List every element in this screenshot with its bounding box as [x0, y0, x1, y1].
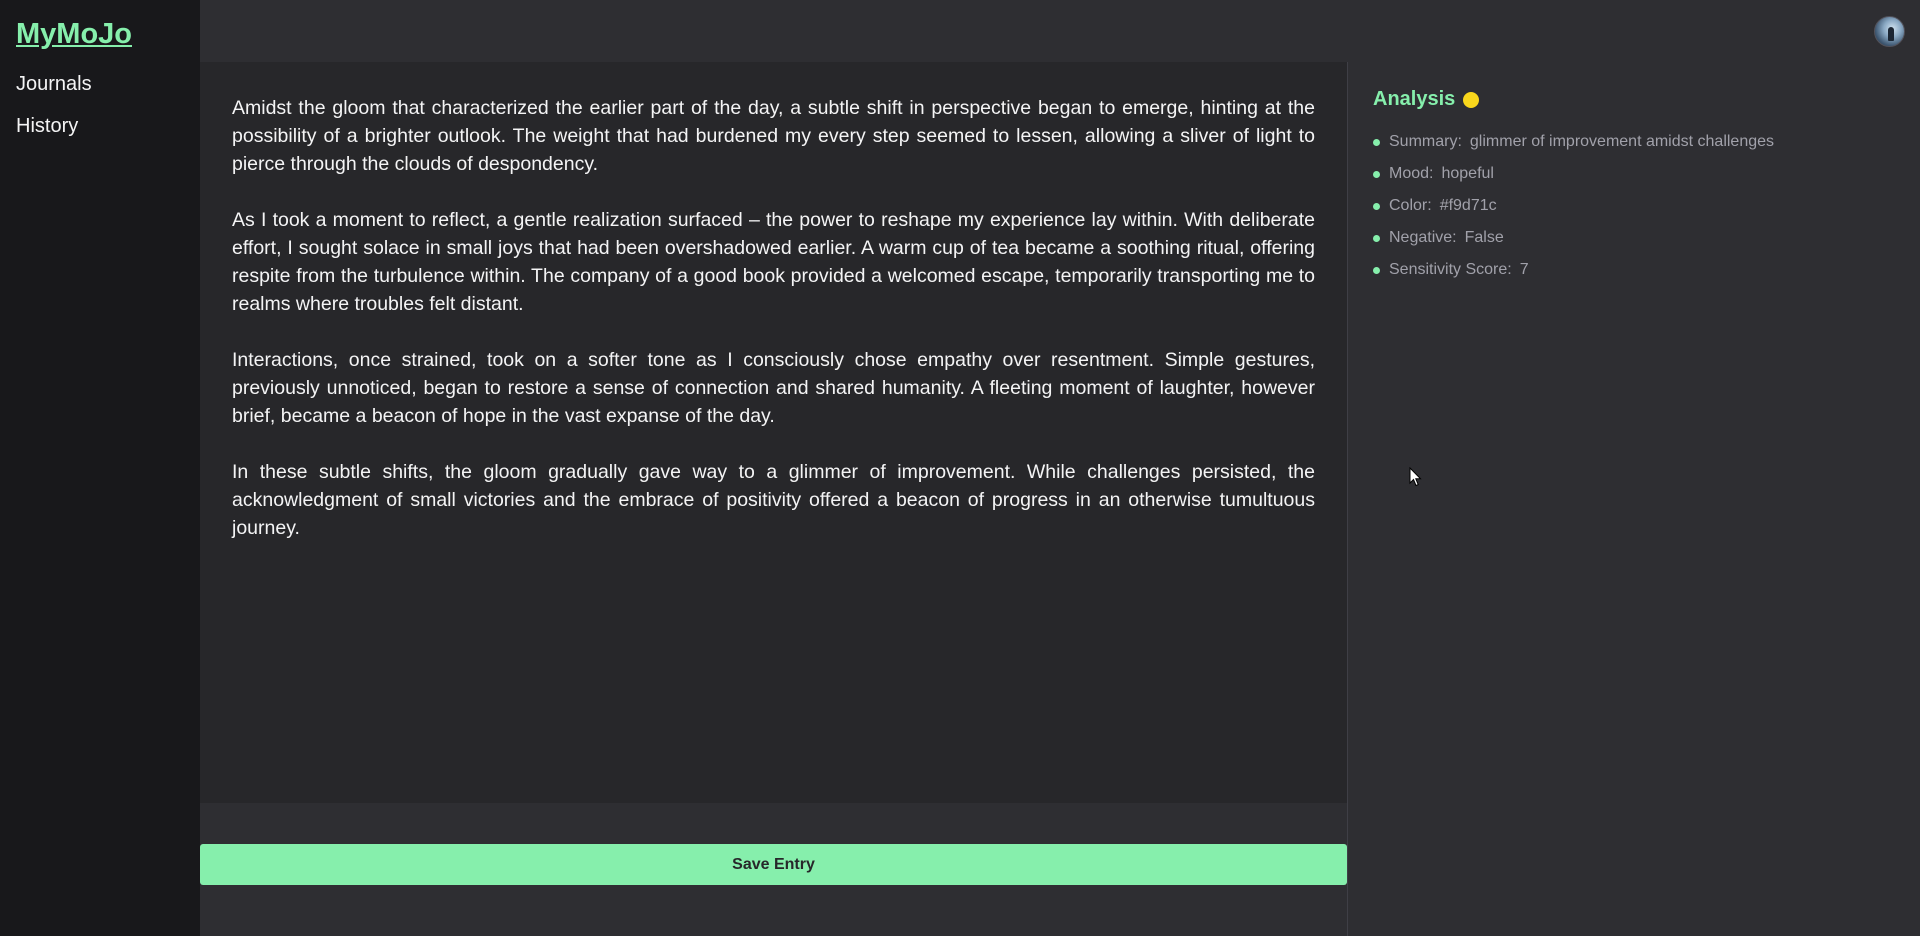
mood-color-dot-icon [1463, 91, 1480, 108]
analysis-item-color: Color: #f9d71c [1373, 197, 1895, 215]
mouse-cursor-icon [1409, 467, 1422, 487]
analysis-item-negative: Negative: False [1373, 229, 1895, 247]
bullet-icon [1373, 202, 1380, 210]
bullet-icon [1373, 266, 1380, 274]
analysis-title: Analysis [1373, 88, 1456, 110]
analysis-key: Sensitivity Score: [1389, 261, 1512, 278]
analysis-key: Negative: [1389, 229, 1457, 246]
analysis-item-sensitivity-score: Sensitivity Score: 7 [1373, 261, 1895, 279]
sidebar-nav: Journals History [16, 73, 184, 138]
sidebar-item-history[interactable]: History [16, 115, 184, 138]
journal-paragraph-2[interactable]: As I took a moment to reflect, a gentle … [232, 206, 1315, 318]
save-entry-button[interactable]: Save Entry [200, 844, 1347, 885]
top-header [200, 0, 1920, 62]
bullet-icon [1373, 138, 1380, 146]
analysis-value: glimmer of improvement amidst challenges [1469, 133, 1775, 150]
sidebar-item-journals[interactable]: Journals [16, 73, 184, 96]
journal-paragraph-4[interactable]: In these subtle shifts, the gloom gradua… [232, 458, 1315, 542]
analysis-header: Analysis [1373, 88, 1895, 111]
analysis-panel: Analysis Summary: glimmer of improvement… [1347, 62, 1920, 936]
avatar-figure [1888, 27, 1894, 41]
app-logo[interactable]: MyMoJo [16, 18, 132, 51]
editor-footer: Save Entry [200, 803, 1347, 936]
analysis-key: Color: [1389, 197, 1432, 214]
journal-paragraph-3[interactable]: Interactions, once strained, took on a s… [232, 346, 1315, 430]
journal-editor[interactable]: Amidst the gloom that characterized the … [200, 62, 1347, 803]
analysis-list: Summary: glimmer of improvement amidst c… [1373, 133, 1895, 279]
bullet-icon [1373, 170, 1380, 178]
app-root: MyMoJo Journals History Amidst the gloom… [0, 0, 1920, 936]
analysis-value: #f9d71c [1439, 197, 1497, 214]
journal-paragraph-1[interactable]: Amidst the gloom that characterized the … [232, 94, 1315, 178]
analysis-item-mood: Mood: hopeful [1373, 165, 1895, 183]
analysis-value: 7 [1519, 261, 1529, 278]
analysis-value: False [1464, 229, 1504, 246]
analysis-item-summary: Summary: glimmer of improvement amidst c… [1373, 133, 1895, 151]
user-avatar-icon[interactable] [1874, 16, 1905, 47]
bullet-icon [1373, 234, 1380, 242]
sidebar: MyMoJo Journals History [0, 0, 200, 936]
analysis-key: Summary: [1389, 133, 1462, 150]
analysis-value: hopeful [1441, 165, 1494, 182]
analysis-key: Mood: [1389, 165, 1434, 182]
